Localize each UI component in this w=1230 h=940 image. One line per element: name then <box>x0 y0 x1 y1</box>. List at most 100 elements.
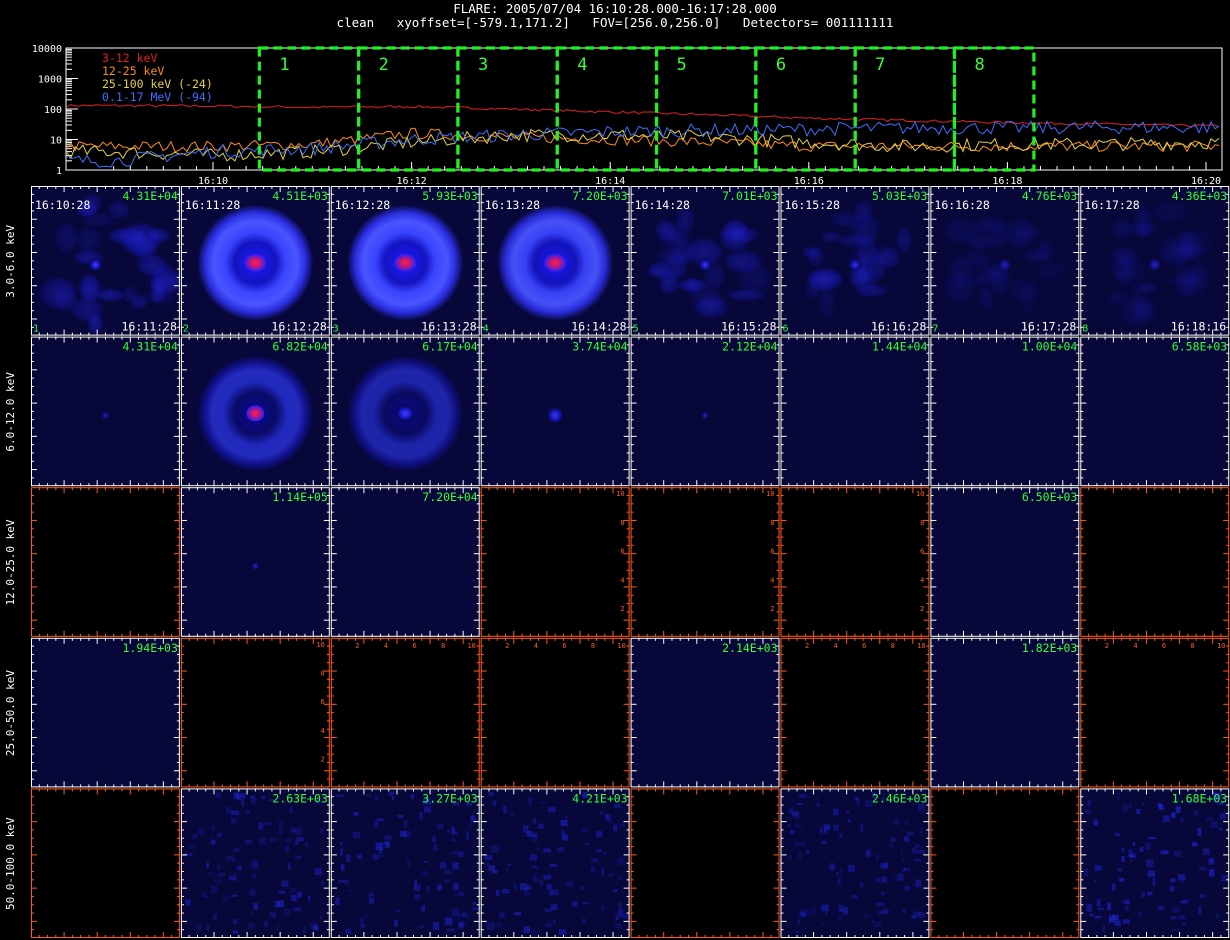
emission-blob <box>129 294 149 311</box>
row-energy-label: 50.0-100.0 keV <box>4 817 17 910</box>
axis-tick-label: 4 <box>1133 642 1137 650</box>
noise-speckle <box>804 924 807 932</box>
noise-speckle <box>284 846 290 852</box>
axis-tick-label: 10 <box>1217 642 1225 650</box>
noise-speckle <box>536 847 539 850</box>
noise-speckle <box>360 917 364 923</box>
image-cell: 4.31E+04 16:10:28 16:11:28 1 <box>31 186 191 336</box>
interval-number: 2 <box>379 55 389 75</box>
noise-speckle <box>618 877 622 880</box>
panel-max-value: 6.82E+04 <box>272 340 327 354</box>
panel-max-value: 1.94E+03 <box>123 641 178 655</box>
noise-speckle <box>292 907 301 912</box>
noise-speckle <box>911 914 917 919</box>
noise-speckle <box>419 811 423 820</box>
noise-speckle <box>882 909 889 915</box>
noise-speckle <box>1093 879 1096 883</box>
noise-speckle <box>241 798 245 807</box>
noise-speckle <box>603 852 607 856</box>
emission-blob <box>1149 199 1193 225</box>
noise-speckle <box>798 852 803 860</box>
axis-tick-label: 8 <box>1191 642 1195 650</box>
noise-speckle <box>444 869 452 875</box>
x-tick-label: 16:18 <box>992 176 1022 186</box>
image-background <box>1080 336 1230 487</box>
emission-blob <box>1154 233 1196 267</box>
empty-panel <box>630 788 780 938</box>
noise-speckle <box>206 924 210 931</box>
noise-speckle <box>377 851 385 858</box>
noise-speckle <box>833 824 839 831</box>
source-dot <box>547 407 563 424</box>
noise-speckle <box>369 897 375 904</box>
noise-speckle <box>345 928 352 935</box>
noise-speckle <box>466 831 469 840</box>
noise-speckle <box>459 923 464 926</box>
noise-speckle <box>372 854 379 860</box>
noise-speckle <box>289 806 293 814</box>
noise-speckle <box>1122 804 1129 813</box>
noise-speckle <box>453 883 459 891</box>
noise-speckle <box>838 877 841 885</box>
noise-speckle <box>1136 808 1141 815</box>
noise-speckle <box>196 923 203 932</box>
axis-tick-label: 10 <box>617 642 625 650</box>
series-line <box>66 127 1220 153</box>
noise-speckle <box>839 833 843 838</box>
panel-max-value: 5.03E+03 <box>872 189 927 203</box>
panel-start-time: 16:16:28 <box>934 198 989 212</box>
noise-speckle <box>263 821 272 826</box>
noise-speckle <box>1083 868 1088 877</box>
noise-speckle <box>829 863 835 871</box>
noise-speckle <box>427 886 430 892</box>
noise-speckle <box>211 838 214 846</box>
image-background <box>330 487 480 637</box>
source-dot <box>251 562 260 570</box>
panel-start-time: 16:14:28 <box>635 198 690 212</box>
noise-speckle <box>458 851 464 858</box>
noise-speckle <box>550 904 558 911</box>
noise-speckle <box>506 867 509 872</box>
axis-tick-label: 10 <box>316 641 324 649</box>
panel-max-value: 4.21E+03 <box>572 791 627 805</box>
noise-speckle <box>1086 903 1092 912</box>
panel-max-value: 4.36E+03 <box>1172 189 1227 203</box>
noise-speckle <box>278 891 286 894</box>
panel-start-time: 16:15:28 <box>785 198 840 212</box>
axis-tick-label: 2 <box>321 756 325 764</box>
noise-speckle <box>461 913 470 919</box>
panel-max-value: 3.74E+04 <box>572 340 627 354</box>
noise-speckle <box>233 919 238 925</box>
noise-speckle <box>865 850 871 857</box>
noise-speckle <box>914 858 922 862</box>
noise-speckle <box>268 838 277 842</box>
source-core <box>1148 258 1161 271</box>
axis-tick-label: 4 <box>770 576 774 584</box>
noise-speckle <box>320 880 325 887</box>
noise-speckle <box>432 836 437 843</box>
noise-speckle <box>444 878 451 884</box>
noise-speckle <box>282 908 291 916</box>
noise-speckle <box>250 795 254 799</box>
panel-max-value: 4.76E+03 <box>1022 189 1077 203</box>
noise-speckle <box>566 824 570 827</box>
noise-speckle <box>1119 877 1125 882</box>
image-cell: 1.00E+04 <box>930 336 1080 487</box>
noise-speckle <box>904 885 911 891</box>
noise-speckle <box>388 791 394 796</box>
noise-speckle <box>488 792 494 796</box>
image-cell <box>1080 487 1230 637</box>
noise-speckle <box>843 910 848 916</box>
emission-blob <box>654 218 676 242</box>
image-background <box>1080 788 1230 938</box>
panel-max-value: 4.31E+04 <box>123 340 178 354</box>
noise-speckle <box>212 913 217 921</box>
empty-panel <box>930 788 1080 938</box>
noise-speckle <box>1218 827 1223 831</box>
noise-speckle <box>1141 802 1145 806</box>
emission-blob <box>145 227 171 244</box>
image-cell: 2 4 6 8 10 <box>330 637 480 788</box>
panel-max-value: 1.82E+03 <box>1022 641 1077 655</box>
noise-speckle <box>875 878 882 883</box>
source-dot <box>701 411 709 419</box>
